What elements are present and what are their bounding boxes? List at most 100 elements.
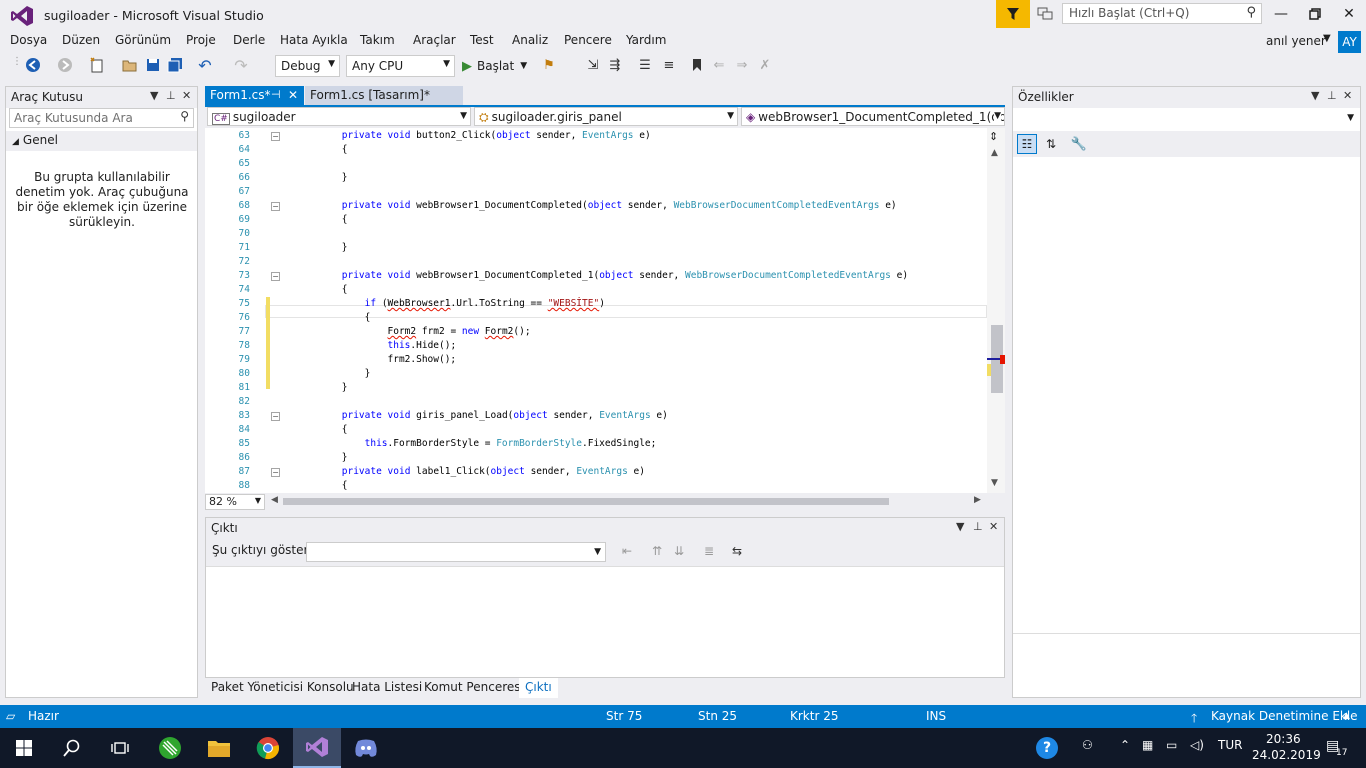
code-line[interactable]: { [296,283,348,297]
clock-date[interactable]: 24.02.2019 [1252,748,1321,762]
panel-menu-icon[interactable]: ▼ [150,89,158,102]
navigate-forward-icon[interactable] [56,56,74,74]
code-line[interactable]: } [296,381,348,395]
properties-object-select[interactable]: ▼ [1015,109,1358,129]
task-view-icon[interactable] [96,728,144,768]
quick-launch-input[interactable]: Hızlı Başlat (Ctrl+Q) ⚲ [1062,3,1262,24]
user-name[interactable]: anıl yener [1266,34,1326,48]
close-icon[interactable]: ✕ [989,520,998,533]
search-icon[interactable]: ⚲ [1246,5,1256,20]
redo-icon[interactable]: ↷ [232,56,250,75]
code-line[interactable]: Form2 frm2 = new Form2(); [296,325,531,339]
clock-time[interactable]: 20:36 [1266,732,1301,746]
pin-icon[interactable]: ⊥ [166,89,176,102]
menu-takim[interactable]: Takım [360,33,395,47]
collapse-region-icon[interactable]: − [271,132,280,141]
editor-vertical-scrollbar[interactable]: ⇕ ▲ ▼ [987,128,1005,493]
razer-cortex-icon[interactable] [146,728,194,768]
tab-error-list[interactable]: Hata Listesi [346,678,428,698]
alphabetical-icon[interactable]: ⇅ [1041,134,1061,154]
battery-icon[interactable]: ▭ [1166,738,1177,752]
code-line[interactable]: } [296,367,371,381]
next-bookmark-icon[interactable]: ⇒ [733,56,751,74]
scroll-up-icon[interactable]: ▲ [991,148,998,158]
tab-output[interactable]: Çıktı [519,678,558,698]
minimize-button[interactable]: — [1266,4,1296,24]
menu-pencere[interactable]: Pencere [564,33,612,47]
help-icon[interactable]: ? [1036,737,1058,759]
code-line[interactable]: { [296,423,348,437]
windows-start-icon[interactable] [0,728,48,768]
previous-message-icon[interactable]: ⇈ [652,544,662,558]
menu-derle[interactable]: Derle [233,33,265,47]
pin-icon[interactable]: ⊥ [1327,89,1337,102]
start-debugging-button[interactable]: ▶ Başlat ▼ [462,55,527,77]
collapse-region-icon[interactable]: − [271,272,280,281]
menu-hata-ayikla[interactable]: Hata Ayıkla [280,33,348,47]
class-dropdown[interactable]: ⛭ sugiloader.giris_panel ▼ [474,107,738,126]
scroll-right-icon[interactable]: ▶ [974,495,981,505]
feedback-icon[interactable] [1034,4,1056,24]
code-editor[interactable]: 63 private void button2_Click(object sen… [205,128,987,493]
avatar[interactable]: AY [1338,31,1361,53]
arrow-up-icon[interactable]: 🡑 [1191,709,1197,730]
discord-icon[interactable] [342,728,390,768]
code-line[interactable]: this.Hide(); [296,339,457,353]
menu-proje[interactable]: Proje [186,33,216,47]
scroll-left-icon[interactable]: ◀ [271,495,278,505]
code-line[interactable]: private void giris_panel_Load(object sen… [296,409,668,423]
code-line[interactable]: } [296,241,348,255]
property-pages-icon[interactable]: 🔧 [1069,134,1089,154]
code-line[interactable]: { [296,479,348,493]
zoom-level-select[interactable]: 82 % ▼ [205,494,265,510]
pin-icon[interactable]: ⊥ [973,520,983,533]
collapse-region-icon[interactable]: − [271,202,280,211]
open-file-icon[interactable] [121,56,139,74]
collapse-region-icon[interactable]: − [271,412,280,421]
visual-studio-taskbar-icon[interactable] [293,728,341,768]
output-text-area[interactable] [206,566,1004,677]
code-line[interactable]: private void label1_Click(object sender,… [296,465,645,479]
menu-analiz[interactable]: Analiz [512,33,548,47]
horizontal-scroll-thumb[interactable] [283,498,889,505]
chevron-up-icon[interactable]: ▲ [1343,711,1350,721]
tab-command-window[interactable]: Komut Penceresi [418,678,530,698]
solution-platform-select[interactable]: Any CPU ▼ [346,55,455,77]
code-line[interactable]: frm2.Show(); [296,353,457,367]
code-line[interactable]: } [296,451,348,465]
save-icon[interactable] [144,56,162,74]
tab-form1-cs[interactable]: Form1.cs* ⊣ ✕ [205,86,304,106]
step-into-icon[interactable]: ⇲ [584,56,602,74]
browser-link-icon[interactable]: ⚑ [540,56,558,74]
clear-bookmarks-icon[interactable]: ✗ [756,56,774,74]
tab-package-manager-console[interactable]: Paket Yöneticisi Konsolu [205,678,360,698]
clear-all-icon[interactable]: ≣ [704,544,714,558]
code-line[interactable]: { [296,213,348,227]
menu-gorunum[interactable]: Görünüm [115,33,171,47]
code-line[interactable]: private void button2_Click(object sender… [296,129,651,143]
uncomment-lines-icon[interactable]: ≡ [660,56,678,74]
bookmark-icon[interactable] [688,56,706,74]
step-over-icon[interactable]: ⇶ [606,56,624,74]
file-explorer-icon[interactable] [195,728,243,768]
code-line[interactable]: private void webBrowser1_DocumentComplet… [296,269,908,283]
notification-filter-icon[interactable] [996,0,1030,28]
chrome-icon[interactable] [244,728,292,768]
close-icon[interactable]: ✕ [182,89,191,102]
add-to-source-control[interactable]: Kaynak Denetimine Ekle [1211,709,1358,723]
toolbox-search-input[interactable]: Araç Kutusunda Ara ⚲ [9,108,194,128]
show-hidden-icons-icon[interactable]: ⌃ [1120,738,1130,752]
code-line[interactable]: } [296,171,348,185]
previous-bookmark-icon[interactable]: ⇐ [710,56,728,74]
menu-test[interactable]: Test [470,33,494,47]
menu-dosya[interactable]: Dosya [10,33,47,47]
network-icon[interactable]: ▦ [1142,738,1153,752]
input-language[interactable]: TUR [1218,738,1242,752]
project-dropdown[interactable]: C# sugiloader ▼ [207,107,471,126]
code-line[interactable]: { [296,311,371,325]
navigate-back-icon[interactable] [24,56,42,74]
menu-duzen[interactable]: Düzen [62,33,100,47]
search-icon[interactable]: ⚲ [180,109,189,123]
close-window-button[interactable]: ✕ [1334,4,1364,24]
code-line[interactable]: { [296,143,348,157]
